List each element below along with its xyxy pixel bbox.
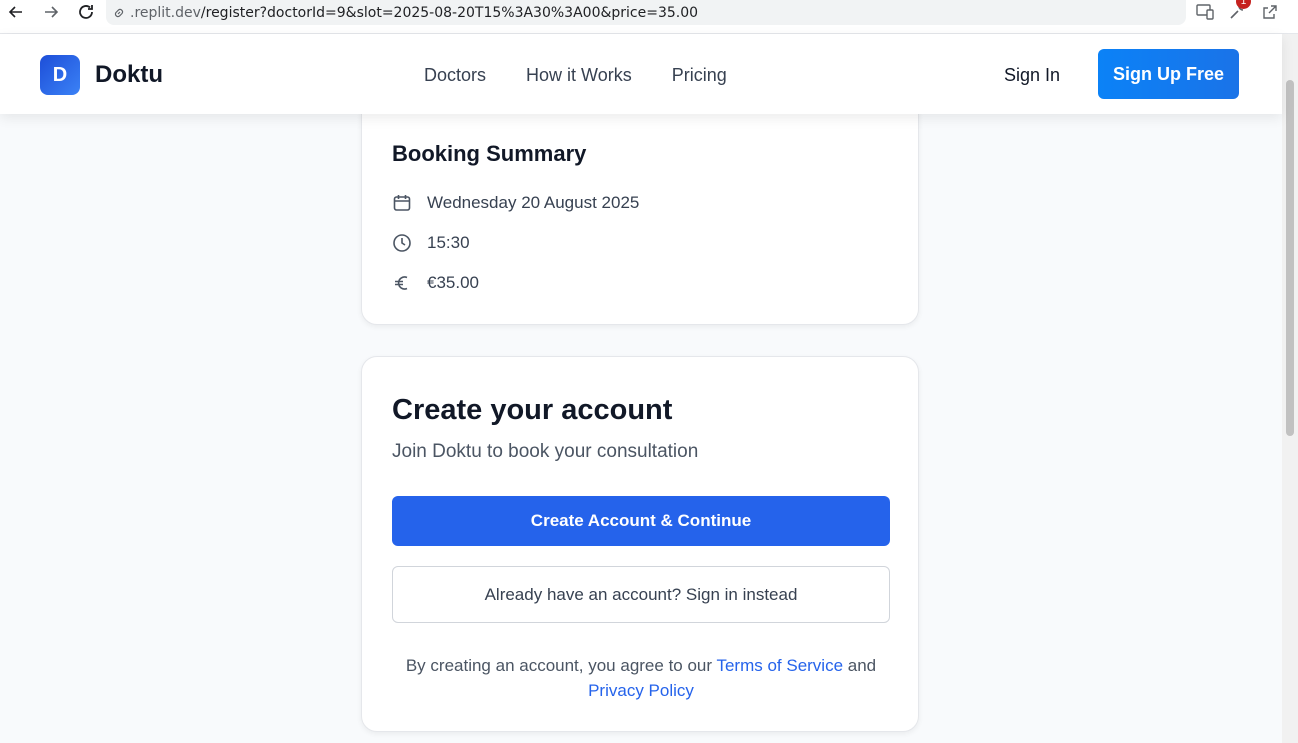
page-scrollbar[interactable]: [1282, 34, 1298, 743]
address-bar[interactable]: .replit.dev/register?doctorId=9&slot=202…: [106, 0, 1186, 25]
create-account-title: Create your account: [392, 394, 673, 426]
link-icon: [112, 6, 126, 20]
logo-icon[interactable]: D: [40, 55, 80, 95]
booking-time: 15:30: [427, 233, 470, 252]
euro-icon: [392, 273, 412, 293]
terms-of-service-link[interactable]: Terms of Service: [716, 656, 843, 675]
clock-icon: [392, 233, 412, 253]
devices-icon[interactable]: [1194, 1, 1216, 23]
create-account-card: Create your account Join Doktu to book y…: [361, 356, 919, 732]
scrollbar-thumb[interactable]: [1286, 80, 1294, 436]
extension-badge: 1: [1236, 0, 1251, 9]
back-icon[interactable]: [2, 0, 30, 24]
site-header: D Doktu Doctors How it Works Pricing Sig…: [0, 34, 1282, 114]
url-host: .replit.dev: [130, 4, 201, 21]
sign-in-link[interactable]: Sign In: [1004, 65, 1060, 86]
create-account-subtitle: Join Doktu to book your consultation: [392, 441, 699, 462]
booking-price: €35.00: [427, 273, 479, 292]
reload-icon[interactable]: [72, 0, 100, 24]
forward-icon[interactable]: [37, 0, 65, 24]
brand-name[interactable]: Doktu: [95, 61, 163, 89]
privacy-policy-link[interactable]: Privacy Policy: [588, 681, 694, 700]
nav-pricing[interactable]: Pricing: [672, 65, 727, 86]
calendar-icon: [392, 193, 412, 213]
booking-date: Wednesday 20 August 2025: [427, 193, 640, 212]
sign-in-instead-button[interactable]: Already have an account? Sign in instead: [392, 566, 890, 623]
legal-notice: By creating an account, you agree to our…: [392, 653, 890, 703]
create-account-button[interactable]: Create Account & Continue: [392, 496, 890, 546]
url-path: /register?doctorId=9&slot=2025-08-20T15%…: [200, 4, 699, 21]
open-external-icon[interactable]: [1259, 1, 1281, 23]
booking-summary-card: Booking Summary Wednesday 20 August 2025…: [361, 94, 919, 325]
browser-toolbar: .replit.dev/register?doctorId=9&slot=202…: [0, 0, 1298, 34]
booking-time-row: 15:30: [392, 233, 470, 253]
booking-date-row: Wednesday 20 August 2025: [392, 193, 639, 213]
booking-price-row: €35.00: [392, 273, 479, 293]
booking-summary-title: Booking Summary: [392, 141, 587, 166]
legal-prefix: By creating an account, you agree to our: [405, 656, 717, 675]
sign-up-button[interactable]: Sign Up Free: [1098, 49, 1239, 99]
nav-how-it-works[interactable]: How it Works: [526, 65, 632, 86]
nav-doctors[interactable]: Doctors: [424, 65, 486, 86]
main-nav: Doctors How it Works Pricing: [424, 65, 727, 86]
legal-and: and: [843, 656, 877, 675]
